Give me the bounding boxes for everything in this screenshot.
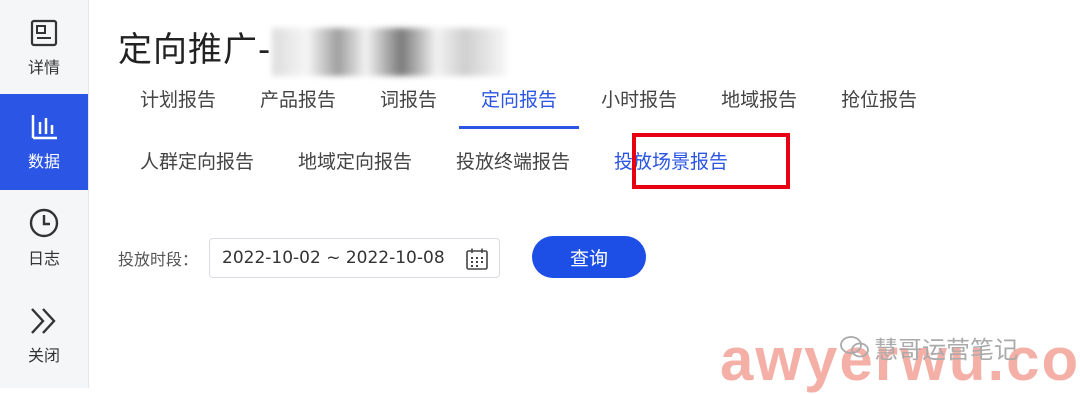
clock-icon [29, 208, 59, 238]
redacted-title-suffix [272, 28, 507, 76]
double-chevron-right-icon [31, 308, 56, 334]
sidebar-item-label: 详情 [27, 58, 60, 77]
date-range-value: 2022-10-02 ~ 2022-10-08 [222, 248, 445, 268]
sidebar-item-label: 日志 [27, 249, 60, 268]
sidebar-item-close[interactable]: 关闭 [0, 288, 88, 384]
detail-card-icon [30, 19, 58, 47]
bar-chart-icon [31, 115, 57, 140]
wechat-icon [840, 335, 869, 357]
sidebar-item-detail[interactable]: 详情 [0, 0, 88, 96]
tab-device-report[interactable]: 投放终端报告 [434, 140, 592, 184]
date-range-label: 投放时段： [118, 250, 199, 269]
wechat-account-name: 慧哥运营笔记 [874, 336, 1018, 364]
sidebar-item-data[interactable]: 数据 [0, 94, 88, 190]
tab-region-targeting-report[interactable]: 地域定向报告 [276, 140, 434, 184]
sidebar-item-label: 数据 [27, 152, 60, 171]
annotation-highlight-box [632, 133, 790, 189]
tab-targeting-report[interactable]: 定向报告 [459, 78, 580, 129]
page-title: 定向推广- [118, 30, 272, 70]
tab-keyword-report[interactable]: 词报告 [358, 78, 459, 122]
tab-hourly-report[interactable]: 小时报告 [579, 78, 699, 122]
calendar-icon[interactable] [465, 247, 489, 271]
sidebar-item-log[interactable]: 日志 [0, 190, 88, 286]
sidebar: 详情 数据 日志 关闭 [0, 0, 89, 388]
wechat-watermark: 慧哥运营笔记 [840, 330, 1018, 365]
sidebar-item-label: 关闭 [27, 346, 60, 365]
tab-plan-report[interactable]: 计划报告 [118, 78, 238, 122]
tab-region-report[interactable]: 地域报告 [699, 78, 819, 122]
query-button[interactable]: 查询 [532, 236, 646, 278]
tab-bid-rank-report[interactable]: 抢位报告 [819, 78, 939, 122]
tab-audience-targeting-report[interactable]: 人群定向报告 [118, 140, 276, 184]
date-range-picker[interactable]: 2022-10-02 ~ 2022-10-08 [209, 238, 500, 278]
primary-tab-bar: 计划报告 产品报告 词报告 定向报告 小时报告 地域报告 抢位报告 [118, 78, 939, 129]
tab-product-report[interactable]: 产品报告 [238, 78, 358, 122]
